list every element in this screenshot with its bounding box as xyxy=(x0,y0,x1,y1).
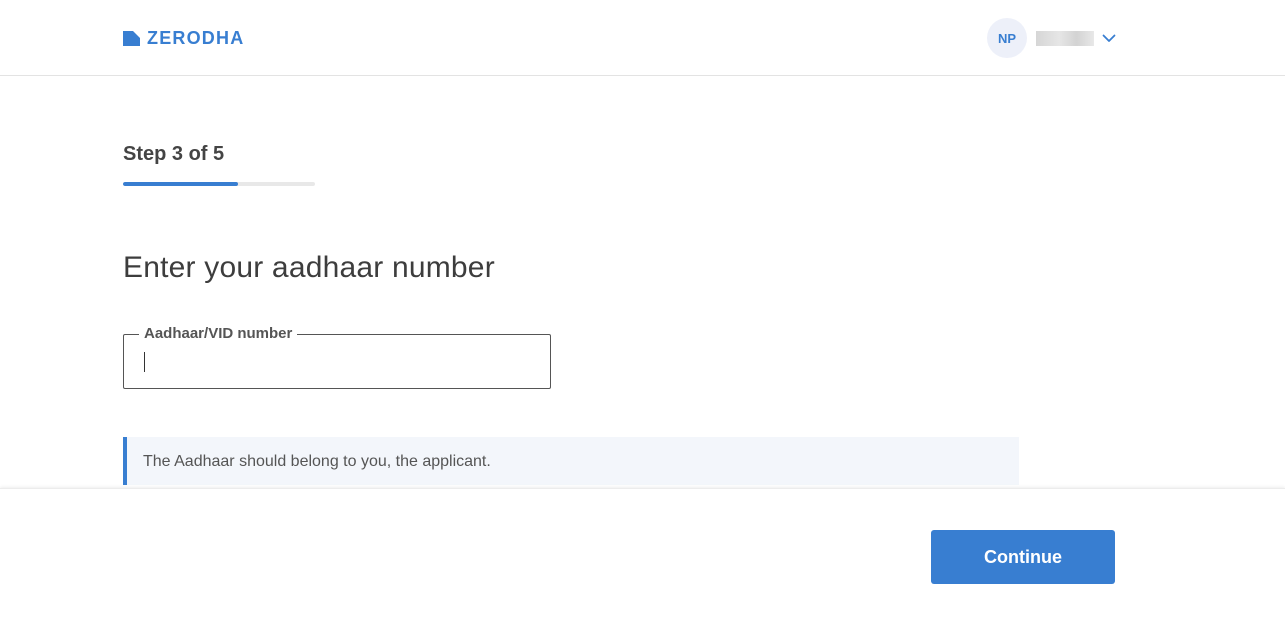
notice-text: The Aadhaar should belong to you, the ap… xyxy=(143,453,491,470)
zerodha-logo[interactable]: ZERODHA xyxy=(123,28,244,48)
step-indicator: Step 3 of 5 xyxy=(123,143,225,165)
user-name-redacted xyxy=(1036,30,1094,46)
aadhaar-field[interactable]: Aadhaar/VID number xyxy=(123,326,551,389)
text-caret xyxy=(144,352,145,372)
continue-button[interactable]: Continue xyxy=(931,530,1115,584)
info-notice: The Aadhaar should belong to you, the ap… xyxy=(123,437,1019,485)
aadhaar-input[interactable] xyxy=(144,352,534,374)
zerodha-logo-icon xyxy=(123,30,140,46)
chevron-down-icon[interactable] xyxy=(1102,31,1116,45)
avatar[interactable]: NP xyxy=(987,18,1027,58)
footer-bar: Continue xyxy=(0,488,1285,621)
top-header: ZERODHA NP xyxy=(0,0,1285,76)
aadhaar-field-label: Aadhaar/VID number xyxy=(139,326,298,342)
brand-name: ZERODHA xyxy=(147,28,245,48)
page-title: Enter your aadhaar number xyxy=(123,251,495,284)
user-menu[interactable]: NP xyxy=(987,18,1116,58)
step-progress-fill xyxy=(123,182,239,186)
step-progress-bar xyxy=(123,182,315,186)
